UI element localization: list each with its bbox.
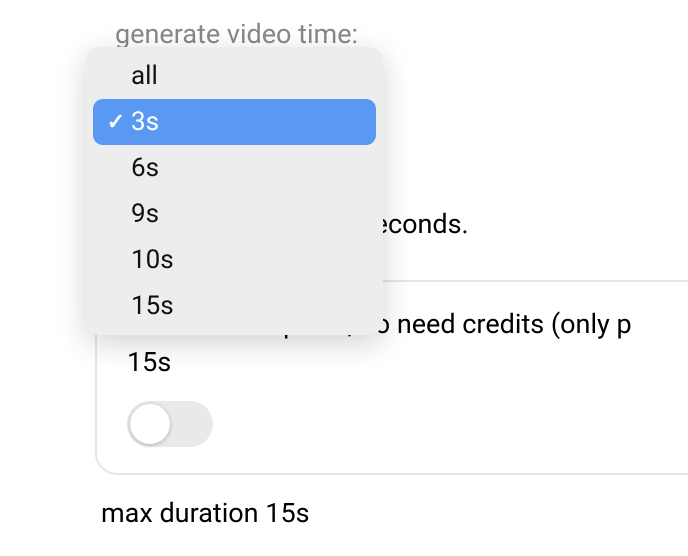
- video-time-option[interactable]: ✓9s: [93, 191, 376, 237]
- toggle-knob: [130, 404, 170, 444]
- relax-queue-toggle[interactable]: [127, 401, 213, 447]
- max-duration-label: max duration 15s: [101, 497, 310, 529]
- video-time-option[interactable]: ✓all: [93, 53, 376, 99]
- option-label: all: [131, 61, 158, 91]
- video-time-label: generate video time:: [115, 18, 358, 50]
- relax-queue-line2: 15s: [127, 344, 683, 380]
- option-label: 10s: [131, 245, 174, 275]
- video-time-option[interactable]: ✓3s: [93, 99, 376, 145]
- option-label: 15s: [131, 291, 174, 321]
- checkmark-icon: ✓: [103, 110, 129, 135]
- video-time-option[interactable]: ✓15s: [93, 283, 376, 329]
- option-label: 6s: [131, 153, 159, 183]
- option-label: 9s: [131, 199, 159, 229]
- video-time-option[interactable]: ✓6s: [93, 145, 376, 191]
- option-label: 3s: [131, 107, 159, 137]
- video-time-option[interactable]: ✓10s: [93, 237, 376, 283]
- video-time-dropdown[interactable]: ✓all✓3s✓6s✓9s✓10s✓15s: [86, 47, 383, 335]
